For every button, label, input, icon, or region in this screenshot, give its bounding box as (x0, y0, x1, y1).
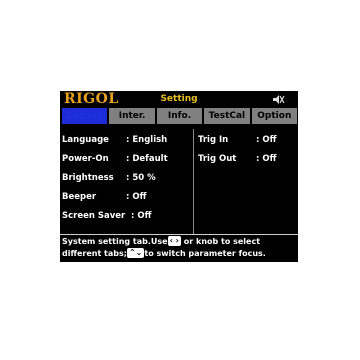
param-label: Brightness (62, 173, 114, 183)
param-label: Screen Saver (62, 211, 126, 221)
tab-option-label: Option (257, 111, 292, 121)
param-value: : 50 % (126, 173, 156, 183)
param-label: Power-On (62, 154, 109, 164)
speaker-mute-icon (273, 95, 285, 104)
param-value: : Off (256, 154, 277, 164)
help-text-part: different tabs; (62, 249, 127, 258)
param-label: Trig Out (198, 154, 237, 164)
left-right-arrows-icon: ‹ › (167, 236, 181, 246)
param-value: : Off (256, 135, 277, 145)
param-label: Language (62, 135, 109, 145)
param-beeper[interactable]: Beeper : Off (62, 191, 146, 203)
help-text-part: or knob to select (183, 237, 261, 246)
param-label: Trig In (198, 135, 229, 145)
tab-setting[interactable]: Setting (62, 108, 108, 124)
param-trig-out[interactable]: Trig Out : Off (198, 153, 276, 165)
column-divider (193, 129, 194, 235)
param-value: : Default (126, 154, 168, 164)
param-value: : Off (131, 211, 152, 221)
page-title-text: Setting (160, 94, 198, 104)
tab-inter-label: Inter. (118, 111, 146, 121)
tab-setting-label: Setting (66, 111, 104, 121)
title-bar: RIGOL Setting (60, 91, 298, 108)
help-text-part: System setting tab.Use (62, 237, 168, 246)
up-down-arrows-icon: ⌃⌄ (126, 248, 145, 258)
tab-bar: Setting Inter. Info. TestCal Option (62, 108, 298, 124)
tab-testcal[interactable]: TestCal (204, 108, 250, 124)
tab-info-label: Info. (167, 111, 192, 121)
param-screen-saver[interactable]: Screen Saver : Off (62, 210, 151, 222)
param-value: : English (126, 135, 168, 145)
tab-option[interactable]: Option (251, 108, 298, 124)
help-line-1: System setting tab.Use ‹ › or knob to sel… (62, 236, 298, 248)
param-trig-in[interactable]: Trig In : Off (198, 134, 276, 146)
param-power-on[interactable]: Power-On : Default (62, 153, 168, 165)
param-language[interactable]: Language : English (62, 134, 167, 146)
help-text-part: to switch parameter focus. (144, 249, 266, 258)
param-value: : Off (126, 192, 147, 202)
param-label: Beeper (62, 192, 97, 202)
tab-testcal-label: TestCal (208, 111, 246, 121)
page-title: Setting (60, 91, 298, 108)
help-line-2: different tabs; ⌃⌄ to switch parameter foc… (62, 248, 298, 260)
instrument-screen: RIGOL Setting Setting Inter. Info. TestC… (60, 91, 298, 262)
help-divider (60, 234, 298, 235)
help-text: System setting tab.Use ‹ › or knob to sel… (62, 236, 298, 260)
param-brightness[interactable]: Brightness : 50 % (62, 172, 156, 184)
tab-info[interactable]: Info. (156, 108, 203, 124)
tab-inter[interactable]: Inter. (109, 108, 155, 124)
